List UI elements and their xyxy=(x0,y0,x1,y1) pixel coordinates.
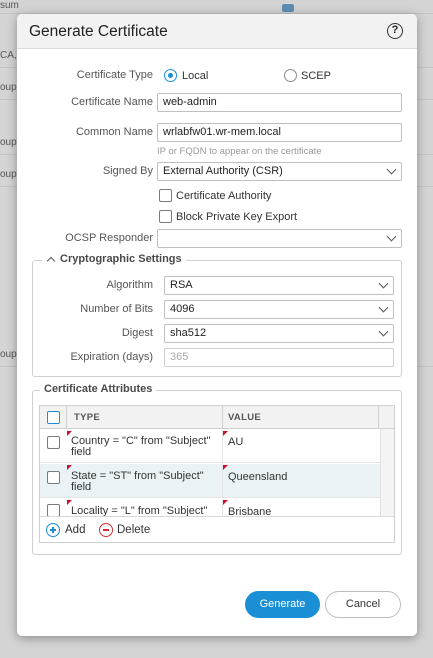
certificate-type-label: Certificate Type xyxy=(76,69,153,81)
add-button[interactable]: Add xyxy=(65,524,85,536)
dialog-header: Generate Certificate ? xyxy=(17,14,417,49)
algorithm-select[interactable]: RSA xyxy=(164,276,394,295)
delete-button[interactable]: Delete xyxy=(117,524,150,536)
digest-select[interactable]: sha512 xyxy=(164,324,394,343)
row-checkbox[interactable] xyxy=(47,436,60,449)
bg-row-text: sum xyxy=(0,0,19,11)
signed-by-select[interactable]: External Authority (CSR) xyxy=(157,162,402,181)
row-type-line2: field xyxy=(71,446,92,458)
column-divider xyxy=(66,406,67,429)
common-name-hint: IP or FQDN to appear on the certificate xyxy=(157,146,322,157)
common-name-input[interactable]: wrlabfw01.wr-mem.local xyxy=(157,123,402,142)
row-type: Country = "C" from "Subject" field xyxy=(71,436,221,458)
delete-icon[interactable] xyxy=(99,523,113,537)
bg-checkbox xyxy=(282,4,294,12)
row-type: State = "ST" from "Subject" field xyxy=(71,471,221,493)
bg-row: sum xyxy=(0,0,433,14)
select-all-checkbox[interactable] xyxy=(47,411,60,424)
dialog-title: Generate Certificate xyxy=(29,23,168,40)
algorithm-label: Algorithm xyxy=(106,279,153,291)
chevron-up-icon xyxy=(46,256,56,266)
required-marker xyxy=(223,500,228,505)
number-of-bits-value: 4096 xyxy=(170,303,195,315)
certificate-authority-label[interactable]: Certificate Authority xyxy=(176,190,271,202)
radio-local[interactable] xyxy=(164,69,177,82)
row-checkbox[interactable] xyxy=(47,471,60,484)
ocsp-responder-select[interactable] xyxy=(157,229,402,248)
row-value: Queensland xyxy=(228,471,288,483)
signed-by-value: External Authority (CSR) xyxy=(163,165,283,177)
block-private-key-export-label[interactable]: Block Private Key Export xyxy=(176,211,297,223)
row-value: AU xyxy=(228,436,244,448)
certificate-name-input[interactable]: web-admin xyxy=(157,93,402,112)
chevron-down-icon xyxy=(378,302,389,313)
radio-local-label[interactable]: Local xyxy=(182,70,208,82)
table-footer: Add Delete xyxy=(40,516,394,542)
table-row[interactable]: Country = "C" from "Subject" field AU xyxy=(40,430,380,463)
radio-scep-label[interactable]: SCEP xyxy=(301,70,331,82)
number-of-bits-select[interactable]: 4096 xyxy=(164,300,394,319)
signed-by-label: Signed By xyxy=(102,165,153,177)
column-divider xyxy=(378,406,379,429)
chevron-down-icon xyxy=(378,278,389,289)
chevron-down-icon xyxy=(378,326,389,337)
certificate-attributes-legend: Certificate Attributes xyxy=(40,383,157,395)
digest-value: sha512 xyxy=(170,327,207,339)
chevron-down-icon xyxy=(386,164,397,175)
generate-button[interactable]: Generate xyxy=(245,591,320,618)
expiration-label: Expiration (days) xyxy=(70,351,153,363)
generate-certificate-dialog: Generate Certificate ? Certificate Type … xyxy=(17,14,417,636)
number-of-bits-label: Number of Bits xyxy=(80,303,153,315)
radio-scep[interactable] xyxy=(284,69,297,82)
column-header-value[interactable]: VALUE xyxy=(228,406,261,429)
digest-label: Digest xyxy=(121,327,153,339)
row-type-line1: Country = "C" from "Subject" xyxy=(71,435,211,447)
block-private-key-export-checkbox[interactable] xyxy=(159,210,172,223)
cancel-button[interactable]: Cancel xyxy=(325,591,401,618)
certificate-authority-checkbox[interactable] xyxy=(159,189,172,202)
cryptographic-settings-title: Cryptographic Settings xyxy=(60,253,182,265)
required-marker xyxy=(223,465,228,470)
certificate-attributes-table: TYPE VALUE Country = "C" from "Subject" … xyxy=(39,405,395,543)
question-circle-icon[interactable]: ? xyxy=(387,23,403,39)
table-row[interactable]: State = "ST" from "Subject" field Queens… xyxy=(40,464,380,498)
chevron-down-icon xyxy=(386,231,397,242)
common-name-label: Common Name xyxy=(75,126,153,138)
table-row[interactable]: Locality = "L" from "Subject" Brisbane xyxy=(40,499,380,517)
add-icon[interactable] xyxy=(46,523,60,537)
algorithm-value: RSA xyxy=(170,279,193,291)
certificate-name-label: Certificate Name xyxy=(71,96,153,108)
column-header-type[interactable]: TYPE xyxy=(74,406,100,429)
row-type-line2: field xyxy=(71,481,92,493)
cryptographic-settings-legend[interactable]: Cryptographic Settings xyxy=(42,253,186,266)
bg-row-text: CA, xyxy=(0,50,17,61)
column-divider xyxy=(222,406,223,429)
ocsp-responder-label: OCSP Responder xyxy=(65,232,153,244)
table-header: TYPE VALUE xyxy=(40,406,394,429)
table-scrollbar[interactable] xyxy=(380,429,394,516)
expiration-input[interactable]: 365 xyxy=(164,348,394,367)
